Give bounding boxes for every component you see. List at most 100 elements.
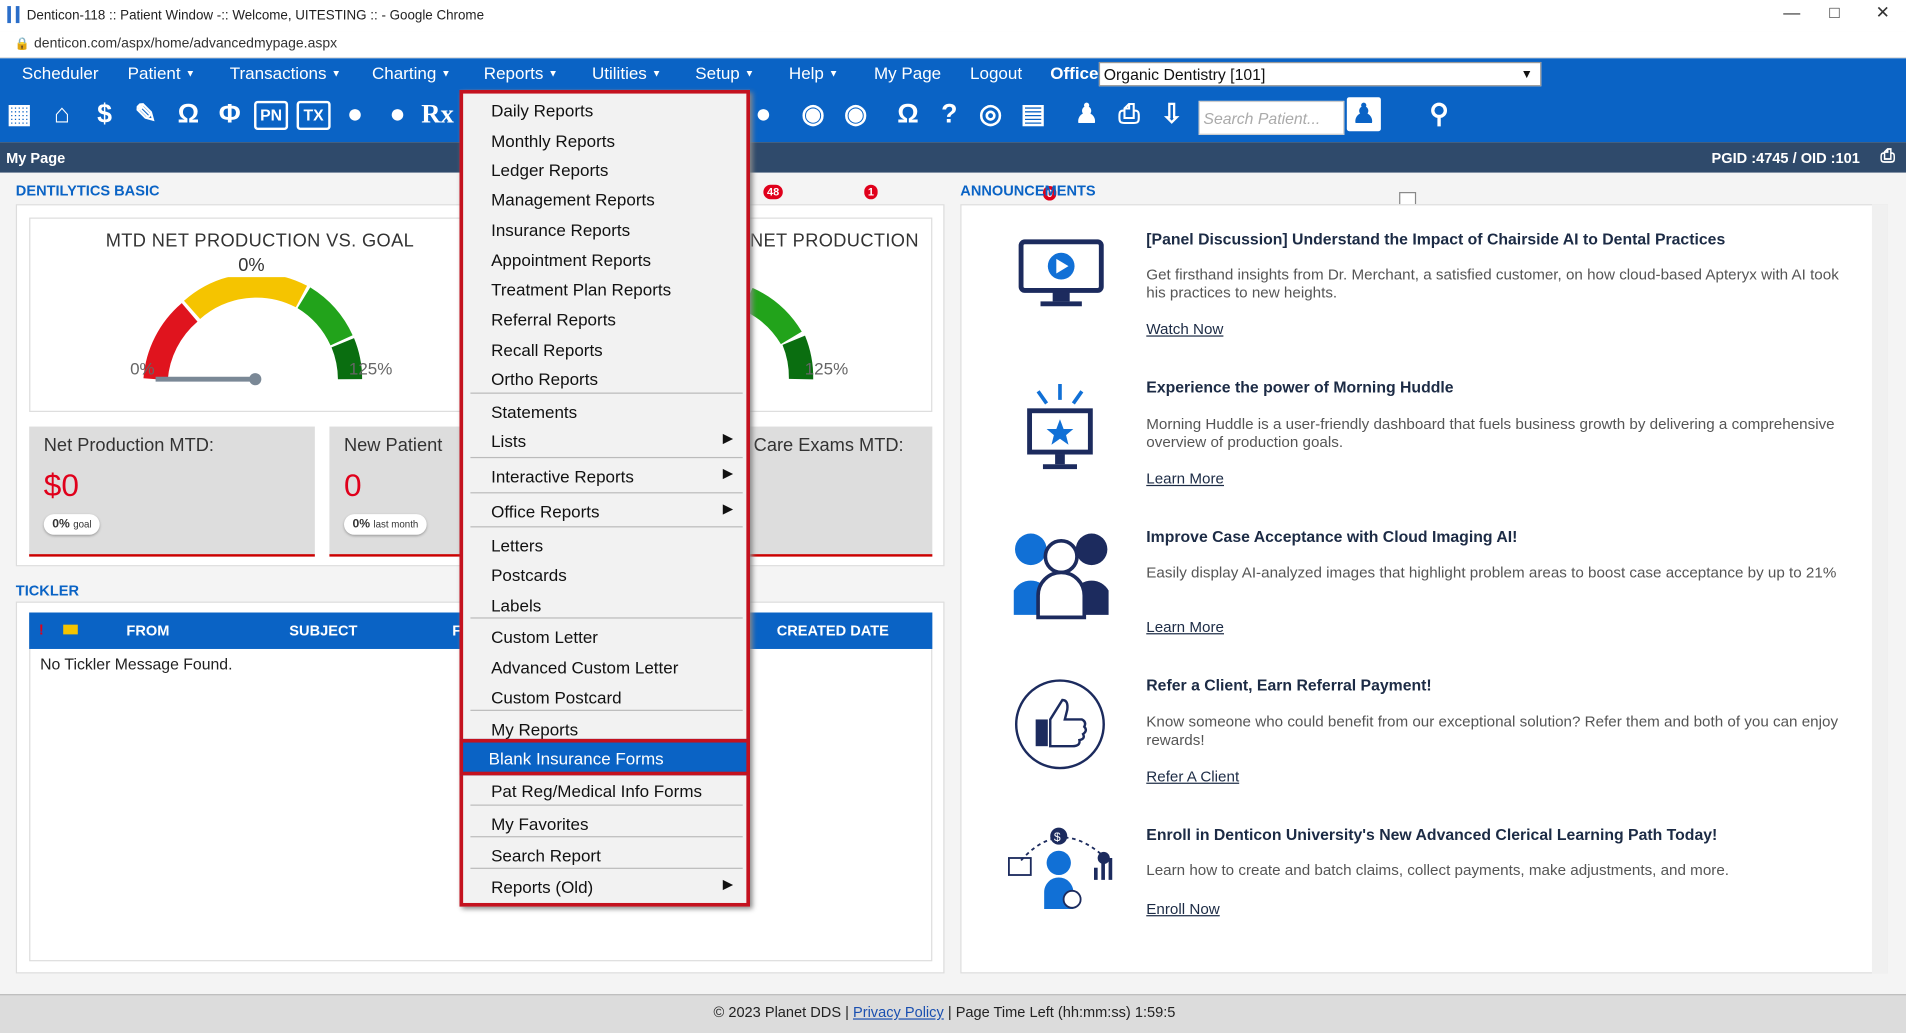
announcement-4-desc: Know someone who could benefit from our … bbox=[1146, 713, 1839, 749]
menu-utilities[interactable]: Utilities ▼ bbox=[592, 63, 661, 82]
alerts-icon[interactable]: ● bbox=[746, 97, 780, 131]
maximize-button[interactable]: □ bbox=[1829, 2, 1839, 21]
treatment-icon[interactable]: TX bbox=[296, 100, 331, 131]
menu-logout[interactable]: Logout bbox=[970, 63, 1022, 82]
menu-item-pat-reg-medical-info-forms[interactable]: Pat Reg/Medical Info Forms bbox=[467, 777, 743, 806]
announcement-2-title: Experience the power of Morning Huddle bbox=[1146, 377, 1454, 397]
menu-item-management-reports[interactable]: Management Reports bbox=[467, 185, 743, 214]
menu-item-advanced-custom-letter[interactable]: Advanced Custom Letter bbox=[467, 653, 743, 682]
menu-patient[interactable]: Patient ▼ bbox=[128, 63, 195, 82]
close-button[interactable]: ✕ bbox=[1876, 2, 1890, 23]
patient-search-icon[interactable]: ♟ bbox=[1346, 97, 1381, 132]
tile1-pill: 0% goal bbox=[43, 514, 101, 535]
col-subject[interactable]: SUBJECT bbox=[289, 622, 357, 639]
col-from[interactable]: FROM bbox=[126, 622, 169, 639]
menu-item-interactive-reports[interactable]: Interactive Reports ▶ bbox=[467, 462, 743, 491]
dental-icon[interactable]: Ω bbox=[891, 97, 925, 131]
menu-separator bbox=[470, 392, 743, 394]
menu-item-custom-postcard[interactable]: Custom Postcard bbox=[467, 683, 743, 712]
menu-item-office-reports[interactable]: Office Reports ▶ bbox=[467, 497, 743, 526]
tile-new-patients: New Patient 0 0% last month bbox=[329, 426, 461, 557]
menu-scheduler[interactable]: Scheduler bbox=[22, 63, 99, 82]
advanced-search-icon[interactable]: ⚲ bbox=[1422, 97, 1456, 131]
learn-more-link-1[interactable]: Learn More bbox=[1146, 470, 1224, 487]
priority-icon: ! bbox=[38, 621, 44, 639]
messages-icon[interactable]: ◉ bbox=[839, 97, 873, 131]
office-select[interactable]: Organic Dentistry [101] ▼ bbox=[1098, 61, 1542, 87]
download-icon[interactable]: ⇩ bbox=[1155, 97, 1189, 131]
menu-item-lists[interactable]: Lists ▶ bbox=[467, 427, 743, 456]
menu-transactions[interactable]: Transactions ▼ bbox=[230, 63, 341, 82]
menu-item-recall-reports[interactable]: Recall Reports bbox=[467, 335, 743, 364]
icon-toolbar: ▦ ⌂ $ ✎ Ω Φ PN TX ● ● Rx ● 48 ◉ ◉ 1 Ω ? … bbox=[0, 87, 1906, 210]
menu-item-labels[interactable]: Labels bbox=[467, 591, 743, 620]
menu-item-postcards[interactable]: Postcards bbox=[467, 560, 743, 589]
chart-edit-icon[interactable]: ✎ bbox=[129, 97, 163, 131]
learn-more-link-2[interactable]: Learn More bbox=[1146, 619, 1224, 636]
page-title: My Page bbox=[6, 149, 66, 167]
announcements-scrollbar[interactable] bbox=[1871, 204, 1888, 974]
address-bar[interactable]: 🔒 denticon.com/aspx/home/advancedmypage.… bbox=[0, 31, 1906, 59]
group-icon[interactable]: ♟ bbox=[1070, 97, 1104, 131]
menu-item-search-report[interactable]: Search Report bbox=[467, 841, 743, 870]
watch-now-link[interactable]: Watch Now bbox=[1146, 321, 1223, 338]
lock-icon: 🔒 bbox=[14, 37, 30, 52]
prescription-icon[interactable]: Rx bbox=[421, 97, 455, 131]
print-icon[interactable]: ⎙ bbox=[1880, 146, 1895, 167]
menu-item-referral-reports[interactable]: Referral Reports bbox=[467, 305, 743, 334]
menu-item-statements[interactable]: Statements bbox=[467, 397, 743, 426]
globe-icon[interactable]: ◎ bbox=[974, 97, 1008, 131]
menu-item-custom-letter[interactable]: Custom Letter bbox=[467, 622, 743, 651]
envelope-icon bbox=[63, 624, 78, 635]
menu-item-treatment-plan-reports[interactable]: Treatment Plan Reports bbox=[467, 275, 743, 304]
menu-item-my-favorites[interactable]: My Favorites bbox=[467, 809, 743, 838]
gauge2-title: NET PRODUCTION bbox=[750, 230, 919, 252]
add-patient-icon[interactable]: ● bbox=[338, 97, 372, 131]
announcement-5-title: Enroll in Denticon University's New Adva… bbox=[1146, 825, 1718, 844]
menu-item-ortho-reports[interactable]: Ortho Reports bbox=[467, 365, 743, 394]
menu-item-monthly-reports[interactable]: Monthly Reports bbox=[467, 126, 743, 155]
minimize-button[interactable]: — bbox=[1783, 2, 1800, 21]
app-logo-icon bbox=[7, 6, 20, 24]
support-icon[interactable]: ◉ bbox=[796, 97, 830, 131]
announcements-heading: ANNOUNCEMENTS bbox=[960, 182, 1096, 200]
tile-net-production: Net Production MTD: $0 0% goal bbox=[29, 426, 315, 557]
menu-reports[interactable]: Reports ▼ bbox=[484, 63, 558, 82]
tooth-chart-icon[interactable]: Φ bbox=[213, 97, 247, 131]
browser-titlebar: Denticon-118 :: Patient Window -:: Welco… bbox=[0, 0, 1906, 32]
menu-item-blank-insurance-forms[interactable]: Blank Insurance Forms bbox=[459, 738, 751, 776]
menu-item-daily-reports[interactable]: Daily Reports bbox=[467, 96, 743, 125]
progress-notes-icon[interactable]: PN bbox=[254, 100, 289, 131]
enroll-now-link[interactable]: Enroll Now bbox=[1146, 901, 1219, 918]
add-family-icon[interactable]: ● bbox=[380, 97, 414, 131]
menu-charting[interactable]: Charting ▼ bbox=[372, 63, 451, 82]
menu-item-letters[interactable]: Letters bbox=[467, 531, 743, 560]
menu-my-page[interactable]: My Page bbox=[874, 63, 941, 82]
menu-item-appointment-reports[interactable]: Appointment Reports bbox=[467, 245, 743, 274]
home-icon[interactable]: ⌂ bbox=[45, 97, 79, 131]
claims-icon[interactable]: ▤ bbox=[1016, 97, 1050, 131]
tooth-icon[interactable]: Ω bbox=[171, 97, 205, 131]
search-patient-input[interactable]: Search Patient... bbox=[1198, 100, 1345, 135]
menu-item-insurance-reports[interactable]: Insurance Reports bbox=[467, 215, 743, 244]
reports-dropdown-menu: Daily Reports Monthly Reports Ledger Rep… bbox=[459, 89, 751, 907]
menu-setup[interactable]: Setup ▼ bbox=[695, 63, 754, 82]
group-people-icon bbox=[1013, 533, 1109, 620]
refer-client-link[interactable]: Refer A Client bbox=[1146, 768, 1239, 785]
menu-item-ledger-reports[interactable]: Ledger Reports bbox=[467, 156, 743, 185]
menu-help[interactable]: Help ▼ bbox=[789, 63, 838, 82]
submenu-arrow-icon: ▶ bbox=[722, 877, 733, 893]
learning-path-icon: $ bbox=[1008, 827, 1113, 910]
dollar-icon[interactable]: $ bbox=[88, 97, 122, 131]
calendar-icon[interactable]: ▦ bbox=[2, 97, 36, 131]
help-icon[interactable]: ? bbox=[932, 97, 966, 131]
gauge-red-zone bbox=[143, 303, 198, 381]
privacy-policy-link[interactable]: Privacy Policy bbox=[853, 1004, 944, 1021]
printer-icon[interactable]: ⎙ bbox=[1112, 97, 1146, 131]
tile1-value: $0 bbox=[43, 466, 79, 504]
gauge1-percent: 0% bbox=[238, 255, 265, 276]
col-created-date[interactable]: CREATED DATE bbox=[777, 622, 889, 639]
menu-item-reports-old[interactable]: Reports (Old) ▶ bbox=[467, 873, 743, 902]
tile2-value: 0 bbox=[344, 466, 362, 504]
gauge-green-zone bbox=[297, 287, 353, 346]
